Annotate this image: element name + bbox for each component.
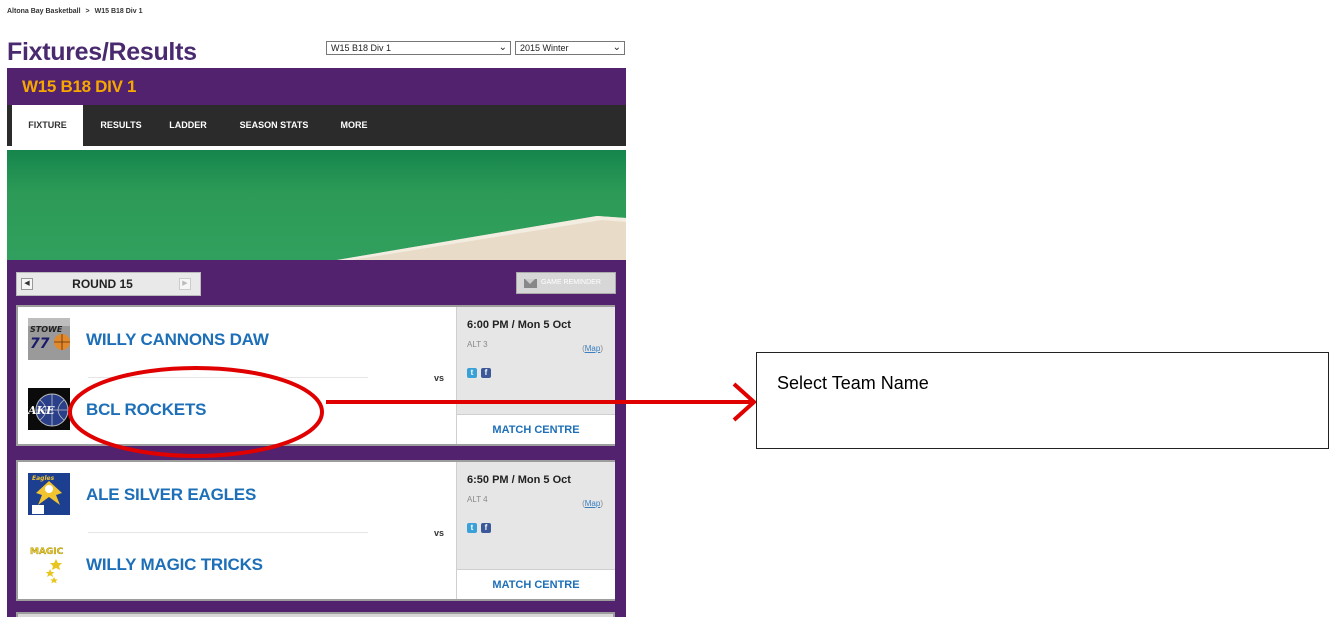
annotation-note-box: Select Team Name [756, 352, 1329, 449]
annotation-arrow-head [732, 382, 757, 422]
next-match-card-edge [16, 612, 615, 617]
away-team-name[interactable]: WILLY MAGIC TRICKS [86, 555, 263, 575]
venue-label: ALT 4 [467, 495, 488, 504]
match-centre-button[interactable]: MATCH CENTRE [456, 414, 615, 444]
map-link[interactable]: Map [585, 499, 601, 508]
home-team-name[interactable]: WILLY CANNONS DAW [86, 330, 269, 350]
away-team-row: AKE BCL ROCKETS [18, 385, 438, 435]
facebook-icon[interactable]: f [481, 368, 491, 378]
annotation-note-text: Select Team Name [777, 373, 929, 393]
breadcrumb-separator: > [85, 8, 90, 15]
match-card: Eagles ALE SILVER EAGLES vs MAGIC WILLY … [16, 460, 615, 601]
home-team-name[interactable]: ALE SILVER EAGLES [86, 485, 256, 505]
team-logo: Eagles [28, 473, 70, 515]
team-logo: AKE [28, 388, 70, 430]
home-team-row: STOWE 77 WILLY CANNONS DAW [18, 315, 438, 365]
breadcrumb-club-link[interactable]: Altona Bay Basketball [7, 8, 81, 15]
match-time: 6:50 PM / Mon 5 Oct [467, 474, 571, 486]
team-logo: MAGIC [28, 543, 70, 585]
svg-text:MAGIC: MAGIC [30, 547, 64, 557]
division-select[interactable]: W15 B18 Div 1 ⌄ [326, 41, 511, 55]
breadcrumb-current: W15 B18 Div 1 [94, 8, 143, 15]
venue-label: ALT 3 [467, 340, 488, 349]
game-reminder-label: GAME REMINDER [541, 279, 601, 286]
division-select-value: W15 B18 Div 1 [331, 43, 392, 53]
svg-text:STOWE: STOWE [30, 325, 63, 334]
map-link-wrapper: (Map) [582, 344, 603, 353]
competition-name: W15 B18 DIV 1 [22, 77, 137, 96]
team-divider [88, 377, 368, 378]
svg-text:77: 77 [30, 336, 50, 352]
away-team-row: MAGIC WILLY MAGIC TRICKS [18, 540, 438, 590]
match-centre-button[interactable]: MATCH CENTRE [456, 569, 615, 599]
court-banner-image [7, 150, 626, 260]
team-logo: STOWE 77 [28, 318, 70, 360]
tab-results[interactable]: RESULTS [91, 105, 151, 146]
map-link[interactable]: Map [585, 344, 601, 353]
breadcrumb: Altona Bay Basketball > W15 B18 Div 1 [7, 8, 142, 15]
chevron-down-icon: ⌄ [612, 42, 621, 53]
svg-text:AKE: AKE [28, 404, 55, 417]
tab-more[interactable]: MORE [329, 105, 379, 146]
svg-text:Eagles: Eagles [32, 475, 55, 482]
match-card: STOWE 77 WILLY CANNONS DAW vs AKE BCL RO… [16, 305, 615, 446]
next-round-button[interactable]: ▶ [179, 278, 191, 290]
competition-header: W15 B18 DIV 1 [7, 68, 626, 105]
share-buttons: tf [467, 517, 495, 535]
home-team-row: Eagles ALE SILVER EAGLES [18, 470, 438, 520]
versus-label: vs [434, 528, 445, 538]
match-info: 6:50 PM / Mon 5 Oct ALT 4 (Map) tf [456, 462, 615, 569]
court-floor-graphic [337, 216, 626, 260]
season-select-value: 2015 Winter [520, 43, 569, 53]
round-selector: ◀ ROUND 15 ▶ [16, 272, 201, 296]
away-team-name[interactable]: BCL ROCKETS [86, 400, 206, 420]
twitter-icon[interactable]: t [467, 368, 477, 378]
share-buttons: tf [467, 362, 495, 380]
tab-bar: FIXTURE RESULTS LADDER SEASON STATS MORE [7, 105, 626, 146]
team-divider [88, 532, 368, 533]
envelope-icon [524, 279, 537, 288]
chevron-down-icon: ⌄ [498, 42, 507, 53]
tab-ladder[interactable]: LADDER [162, 105, 214, 146]
map-link-wrapper: (Map) [582, 499, 603, 508]
tab-season-stats[interactable]: SEASON STATS [230, 105, 318, 146]
round-label: ROUND 15 [72, 277, 133, 291]
facebook-icon[interactable]: f [481, 523, 491, 533]
match-info: 6:00 PM / Mon 5 Oct ALT 3 (Map) tf [456, 307, 615, 414]
versus-label: vs [434, 373, 445, 383]
page-title: Fixtures/Results [7, 38, 197, 66]
match-time: 6:00 PM / Mon 5 Oct [467, 319, 571, 331]
season-select[interactable]: 2015 Winter ⌄ [515, 41, 625, 55]
tab-fixture[interactable]: FIXTURE [12, 105, 83, 146]
twitter-icon[interactable]: t [467, 523, 477, 533]
game-reminder-button[interactable]: GAME REMINDER [516, 272, 616, 294]
